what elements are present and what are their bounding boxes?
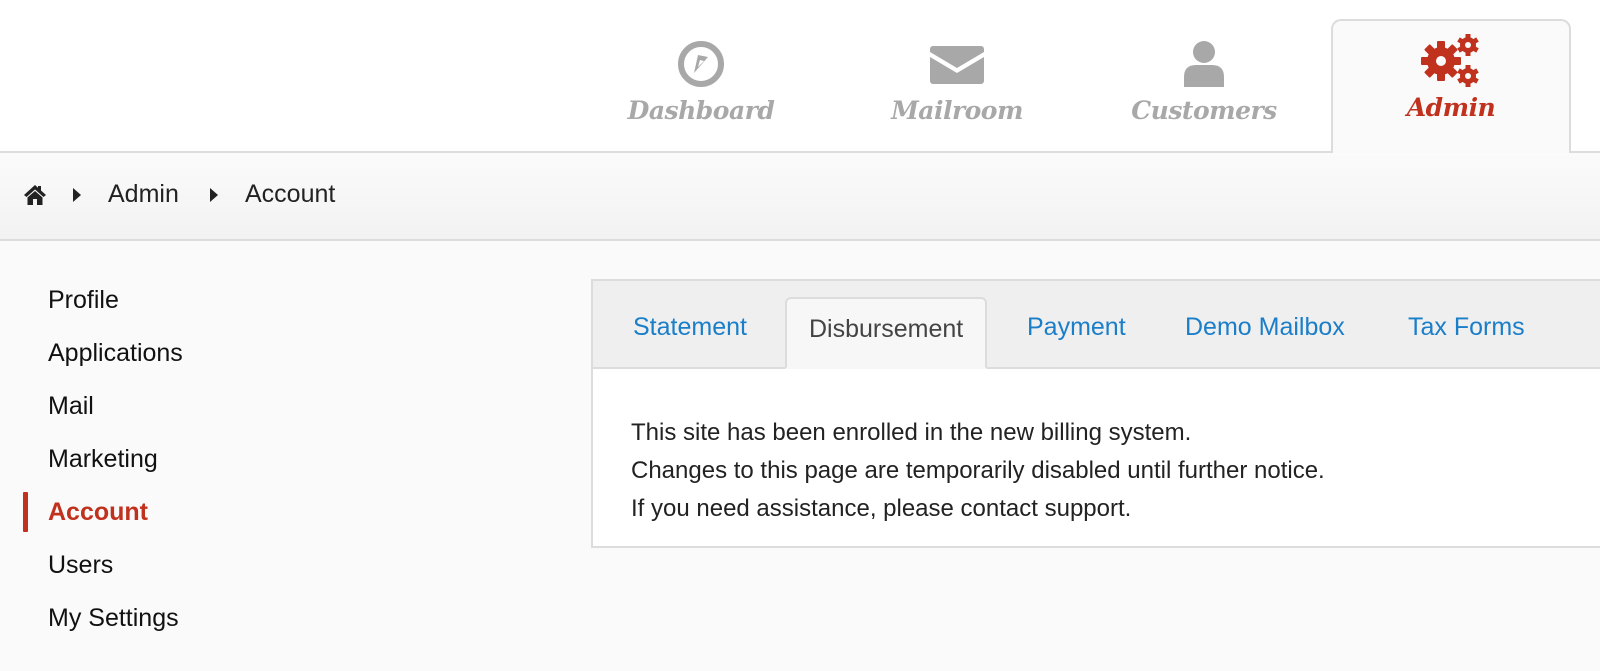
notice-line: This site has been enrolled in the new b… [631,419,1192,446]
nav-admin[interactable]: Admin [1331,19,1571,155]
sidebar-item-account[interactable]: Account [48,492,148,532]
user-icon [1184,41,1224,87]
top-navigation: Dashboard Mailroom Customers Admin [0,0,1600,155]
tab-demo-mailbox[interactable]: Demo Mailbox [1185,313,1345,342]
tab-strip: Statement Disbursement Payment Demo Mail… [593,281,1600,369]
sidebar-item-my-settings[interactable]: My Settings [48,598,179,638]
notice-line: Changes to this page are temporarily dis… [631,457,1325,484]
caret-right-icon [210,188,218,202]
sidebar-active-marker [23,492,28,532]
nav-mailroom-label: Mailroom [891,96,1023,125]
sidebar-item-marketing[interactable]: Marketing [48,439,158,479]
tab-statement[interactable]: Statement [633,313,747,342]
nav-admin-label: Admin [1406,93,1496,122]
nav-dashboard-label: Dashboard [627,96,775,125]
sidebar-item-users[interactable]: Users [48,545,113,585]
sidebar-item-applications[interactable]: Applications [48,333,183,373]
envelope-icon [930,46,984,84]
compass-icon [678,41,724,87]
nav-mailroom[interactable]: Mailroom [884,30,1030,153]
nav-dashboard[interactable]: Dashboard [622,30,780,153]
tab-disbursement[interactable]: Disbursement [785,297,988,369]
sidebar-item-mail[interactable]: Mail [48,386,94,426]
tab-tax-forms[interactable]: Tax Forms [1408,313,1525,342]
nav-customers-label: Customers [1131,96,1277,125]
tab-payment[interactable]: Payment [1027,313,1126,342]
billing-notice: This site has been enrolled in the new b… [631,414,1325,528]
breadcrumb: Admin Account [0,153,1600,241]
breadcrumb-admin[interactable]: Admin [108,180,179,209]
caret-right-icon [73,188,81,202]
sidebar-item-profile[interactable]: Profile [48,280,119,320]
content-panel: Statement Disbursement Payment Demo Mail… [591,279,1600,548]
gears-icon [1421,34,1479,87]
notice-line: If you need assistance, please contact s… [631,495,1132,522]
breadcrumb-account: Account [245,180,336,208]
home-icon[interactable] [23,184,47,206]
nav-customers[interactable]: Customers [1120,30,1288,153]
